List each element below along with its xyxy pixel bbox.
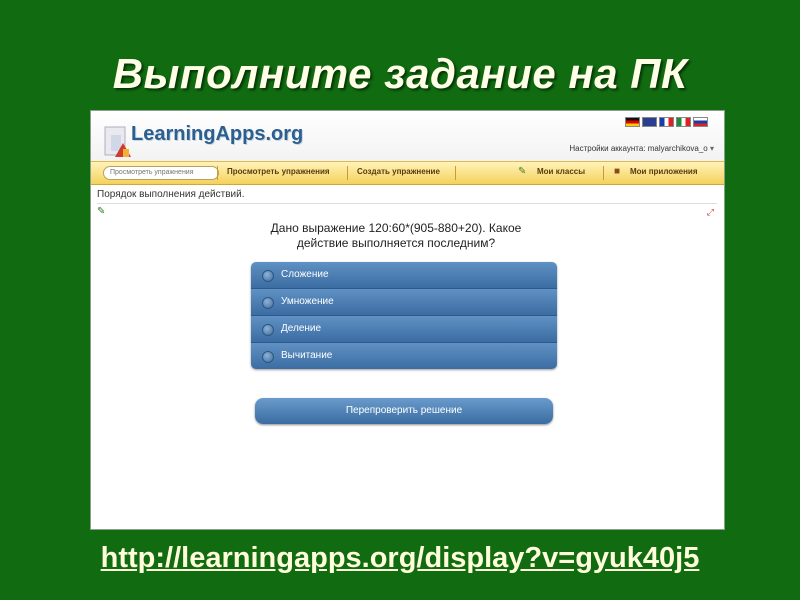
app-logo[interactable]: LearningApps.org (131, 123, 303, 146)
answer-label: Деление (281, 323, 322, 334)
answer-option[interactable]: Деление (251, 316, 557, 343)
nav-my-classes[interactable]: Мои классы (537, 167, 585, 176)
check-solution-button[interactable]: Перепроверить решение (255, 398, 553, 424)
radio-icon[interactable] (262, 270, 274, 282)
app-header: LearningApps.org Настройки аккаунта: mal… (91, 111, 724, 163)
flag-de-icon[interactable] (625, 117, 640, 127)
answer-option[interactable]: Вычитание (251, 343, 557, 369)
question-text: Дано выражение 120:60*(905-880+20). Како… (241, 221, 551, 251)
nav-browse-exercises[interactable]: Просмотреть упражнения (227, 167, 330, 176)
apps-icon: ■ (614, 166, 621, 177)
answer-option[interactable]: Умножение (251, 289, 557, 316)
nav-divider (217, 166, 218, 180)
slide-title: Выполните задание на ПК (112, 50, 688, 97)
app-screenshot: LearningApps.org Настройки аккаунта: mal… (90, 110, 725, 530)
nav-my-apps[interactable]: Мои приложения (630, 167, 698, 176)
answer-label: Сложение (281, 269, 329, 280)
answer-option[interactable]: Сложение (251, 262, 557, 289)
radio-icon[interactable] (262, 297, 274, 309)
nav-divider (603, 166, 604, 180)
nav-divider (455, 166, 456, 180)
classes-icon: ✎ (518, 166, 527, 177)
account-settings[interactable]: Настройки аккаунта: malyarchikova_o ▾ (569, 144, 714, 153)
answer-label: Умножение (281, 296, 334, 307)
answer-label: Вычитание (281, 350, 333, 361)
edit-icon[interactable]: ✎ (97, 207, 108, 217)
nav-divider (347, 166, 348, 180)
flag-fr-icon[interactable] (659, 117, 674, 127)
account-label: Настройки аккаунта: malyarchikova_o (569, 144, 708, 153)
nav-create-exercise[interactable]: Создать упражнение (357, 167, 440, 176)
question-line: действие выполняется последним? (296, 236, 496, 250)
logo-icon (104, 126, 131, 157)
flag-ru-icon[interactable] (693, 117, 708, 127)
chevron-down-icon: ▾ (709, 144, 714, 153)
radio-icon[interactable] (262, 351, 274, 363)
question-line: Дано выражение 120:60*(905-880+20). Како… (270, 221, 522, 235)
task-link[interactable]: http://learningapps.org/display?v=gyuk40… (0, 542, 800, 575)
task-title: Порядок выполнения действий. (97, 189, 245, 200)
search-input[interactable] (103, 166, 219, 180)
radio-icon[interactable] (262, 324, 274, 336)
fullscreen-icon[interactable]: ⤢ (707, 207, 714, 218)
flag-gb-icon[interactable] (642, 117, 657, 127)
divider (97, 203, 717, 204)
nav-bar: Просмотреть упражнения Создать упражнени… (91, 161, 724, 185)
answer-list: Сложение Умножение Деление Вычитание (251, 262, 557, 369)
language-flags (625, 117, 708, 127)
flag-it-icon[interactable] (676, 117, 691, 127)
